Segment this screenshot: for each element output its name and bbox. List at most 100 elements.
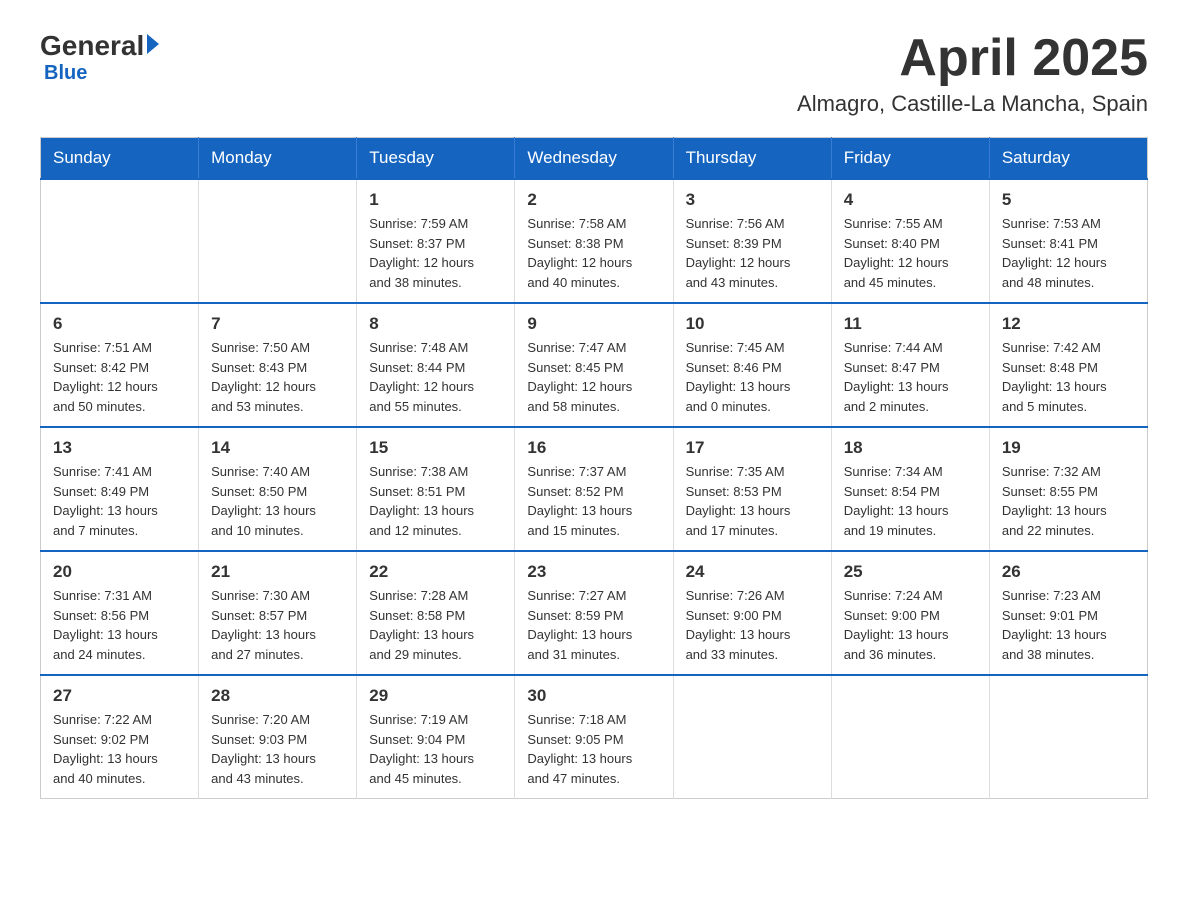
day-info: Sunrise: 7:55 AM Sunset: 8:40 PM Dayligh… [844,214,977,292]
day-number: 30 [527,686,660,706]
day-number: 25 [844,562,977,582]
calendar-day-header: Saturday [989,138,1147,180]
calendar-cell: 6 Sunrise: 7:51 AM Sunset: 8:42 PM Daylig… [41,303,199,427]
calendar-cell: 17Sunrise: 7:35 AM Sunset: 8:53 PM Dayli… [673,427,831,551]
calendar-header-row: SundayMondayTuesdayWednesdayThursdayFrid… [41,138,1148,180]
calendar-week-row: 1Sunrise: 7:59 AM Sunset: 8:37 PM Daylig… [41,179,1148,303]
day-number: 13 [53,438,186,458]
page-subtitle: Almagro, Castille-La Mancha, Spain [797,91,1148,117]
day-info: Sunrise: 7:28 AM Sunset: 8:58 PM Dayligh… [369,586,502,664]
day-info: Sunrise: 7:45 AM Sunset: 8:46 PM Dayligh… [686,338,819,416]
calendar-cell [831,675,989,799]
day-info: Sunrise: 7:19 AM Sunset: 9:04 PM Dayligh… [369,710,502,788]
logo: General Blue [40,30,159,85]
logo-general: General [40,30,144,62]
day-info: Sunrise: 7:48 AM Sunset: 8:44 PM Dayligh… [369,338,502,416]
day-info: Sunrise: 7:30 AM Sunset: 8:57 PM Dayligh… [211,586,344,664]
day-info: Sunrise: 7:50 AM Sunset: 8:43 PM Dayligh… [211,338,344,416]
title-block: April 2025 Almagro, Castille-La Mancha, … [797,30,1148,117]
calendar-cell: 20 Sunrise: 7:31 AM Sunset: 8:56 PM Dayli… [41,551,199,675]
calendar-cell: 27Sunrise: 7:22 AM Sunset: 9:02 PM Dayli… [41,675,199,799]
day-info: Sunrise: 7:56 AM Sunset: 8:39 PM Dayligh… [686,214,819,292]
calendar-cell: 8 Sunrise: 7:48 AM Sunset: 8:44 PM Daylig… [357,303,515,427]
day-info: Sunrise: 7:20 AM Sunset: 9:03 PM Dayligh… [211,710,344,788]
calendar-cell: 1Sunrise: 7:59 AM Sunset: 8:37 PM Daylig… [357,179,515,303]
day-number: 20 [53,562,186,582]
day-number: 11 [844,314,977,334]
day-number: 23 [527,562,660,582]
calendar-cell: 18Sunrise: 7:34 AM Sunset: 8:54 PM Dayli… [831,427,989,551]
day-number: 21 [211,562,344,582]
calendar-cell [41,179,199,303]
calendar-cell: 19Sunrise: 7:32 AM Sunset: 8:55 PM Dayli… [989,427,1147,551]
calendar-cell: 25Sunrise: 7:24 AM Sunset: 9:00 PM Dayli… [831,551,989,675]
day-info: Sunrise: 7:26 AM Sunset: 9:00 PM Dayligh… [686,586,819,664]
day-info: Sunrise: 7:37 AM Sunset: 8:52 PM Dayligh… [527,462,660,540]
calendar-cell: 3 Sunrise: 7:56 AM Sunset: 8:39 PM Daylig… [673,179,831,303]
day-info: Sunrise: 7:40 AM Sunset: 8:50 PM Dayligh… [211,462,344,540]
calendar-cell: 21 Sunrise: 7:30 AM Sunset: 8:57 PM Dayli… [199,551,357,675]
day-info: Sunrise: 7:31 AM Sunset: 8:56 PM Dayligh… [53,586,186,664]
logo-text: General [40,30,159,62]
calendar-cell: 15 Sunrise: 7:38 AM Sunset: 8:51 PM Dayli… [357,427,515,551]
day-info: Sunrise: 7:41 AM Sunset: 8:49 PM Dayligh… [53,462,186,540]
day-number: 17 [686,438,819,458]
calendar-cell: 23 Sunrise: 7:27 AM Sunset: 8:59 PM Dayli… [515,551,673,675]
day-number: 2 [527,190,660,210]
logo-blue: Blue [44,62,87,85]
calendar-cell [673,675,831,799]
day-number: 14 [211,438,344,458]
day-number: 12 [1002,314,1135,334]
header: General Blue April 2025 Almagro, Castill… [40,30,1148,117]
calendar-cell [199,179,357,303]
day-number: 6 [53,314,186,334]
day-number: 16 [527,438,660,458]
day-number: 4 [844,190,977,210]
day-number: 15 [369,438,502,458]
calendar-day-header: Thursday [673,138,831,180]
calendar-week-row: 20 Sunrise: 7:31 AM Sunset: 8:56 PM Dayli… [41,551,1148,675]
day-info: Sunrise: 7:58 AM Sunset: 8:38 PM Dayligh… [527,214,660,292]
calendar-cell: 5 Sunrise: 7:53 AM Sunset: 8:41 PM Daylig… [989,179,1147,303]
calendar-day-header: Wednesday [515,138,673,180]
logo-arrow-icon [147,34,159,54]
calendar-cell: 4 Sunrise: 7:55 AM Sunset: 8:40 PM Daylig… [831,179,989,303]
day-info: Sunrise: 7:53 AM Sunset: 8:41 PM Dayligh… [1002,214,1135,292]
day-info: Sunrise: 7:38 AM Sunset: 8:51 PM Dayligh… [369,462,502,540]
day-info: Sunrise: 7:34 AM Sunset: 8:54 PM Dayligh… [844,462,977,540]
calendar-day-header: Tuesday [357,138,515,180]
calendar-cell: 7 Sunrise: 7:50 AM Sunset: 8:43 PM Daylig… [199,303,357,427]
calendar-day-header: Sunday [41,138,199,180]
day-number: 26 [1002,562,1135,582]
day-info: Sunrise: 7:23 AM Sunset: 9:01 PM Dayligh… [1002,586,1135,664]
day-number: 8 [369,314,502,334]
calendar-cell: 22 Sunrise: 7:28 AM Sunset: 8:58 PM Dayli… [357,551,515,675]
calendar-day-header: Friday [831,138,989,180]
calendar-cell: 24Sunrise: 7:26 AM Sunset: 9:00 PM Dayli… [673,551,831,675]
day-number: 22 [369,562,502,582]
day-info: Sunrise: 7:18 AM Sunset: 9:05 PM Dayligh… [527,710,660,788]
day-number: 3 [686,190,819,210]
day-number: 9 [527,314,660,334]
day-number: 5 [1002,190,1135,210]
day-info: Sunrise: 7:27 AM Sunset: 8:59 PM Dayligh… [527,586,660,664]
day-info: Sunrise: 7:32 AM Sunset: 8:55 PM Dayligh… [1002,462,1135,540]
day-info: Sunrise: 7:22 AM Sunset: 9:02 PM Dayligh… [53,710,186,788]
calendar-cell: 2 Sunrise: 7:58 AM Sunset: 8:38 PM Daylig… [515,179,673,303]
day-number: 1 [369,190,502,210]
calendar-cell: 13 Sunrise: 7:41 AM Sunset: 8:49 PM Dayli… [41,427,199,551]
calendar-table: SundayMondayTuesdayWednesdayThursdayFrid… [40,137,1148,799]
calendar-cell: 10Sunrise: 7:45 AM Sunset: 8:46 PM Dayli… [673,303,831,427]
day-info: Sunrise: 7:42 AM Sunset: 8:48 PM Dayligh… [1002,338,1135,416]
calendar-cell: 16 Sunrise: 7:37 AM Sunset: 8:52 PM Dayli… [515,427,673,551]
calendar-cell: 11 Sunrise: 7:44 AM Sunset: 8:47 PM Dayli… [831,303,989,427]
day-info: Sunrise: 7:47 AM Sunset: 8:45 PM Dayligh… [527,338,660,416]
day-info: Sunrise: 7:44 AM Sunset: 8:47 PM Dayligh… [844,338,977,416]
calendar-cell: 12 Sunrise: 7:42 AM Sunset: 8:48 PM Dayli… [989,303,1147,427]
day-number: 29 [369,686,502,706]
day-info: Sunrise: 7:51 AM Sunset: 8:42 PM Dayligh… [53,338,186,416]
calendar-cell: 29 Sunrise: 7:19 AM Sunset: 9:04 PM Dayli… [357,675,515,799]
day-number: 28 [211,686,344,706]
calendar-cell: 30 Sunrise: 7:18 AM Sunset: 9:05 PM Dayli… [515,675,673,799]
day-number: 7 [211,314,344,334]
